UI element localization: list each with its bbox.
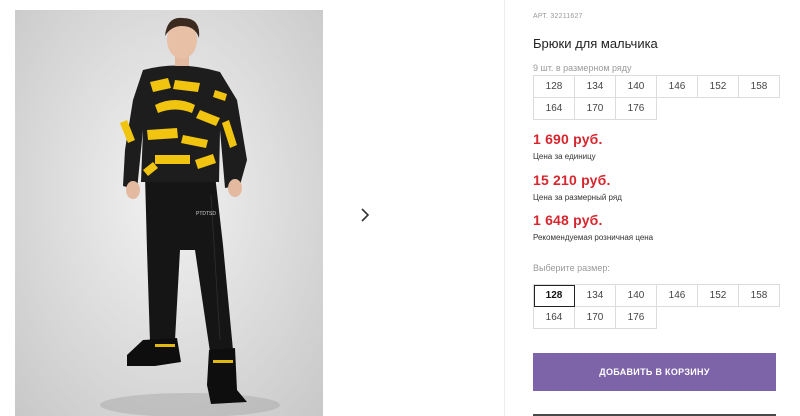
product-title: Брюки для мальчика [533,36,658,51]
pack-size-cell: 152 [698,76,739,98]
pack-size-grid: 128 134 140 146 152 158 164 170 176 [533,75,780,120]
article-number: АРТ. 32211627 [533,13,583,20]
choose-size-caption: Выберите размер: [533,263,610,273]
pack-size-cell: 164 [534,98,575,120]
pack-size-cell: 128 [534,76,575,98]
size-option[interactable]: 158 [739,285,780,307]
pack-caption: 9 шт. в размерном ряду [533,63,632,73]
unit-price-label: Цена за единицу [533,152,596,161]
pack-price-label: Цена за размерный ряд [533,193,622,202]
gallery-next-button[interactable] [346,196,383,233]
retail-price-label: Рекомендуемая розничная цена [533,233,654,242]
product-photo[interactable]: PTDTSD [15,10,323,416]
pack-size-cell: 170 [575,98,616,120]
retail-price: 1 648 руб. [533,212,603,228]
pack-size-cell: 134 [575,76,616,98]
product-info-panel: АРТ. 32211627 Брюки для мальчика 9 шт. в… [533,0,780,416]
pack-price: 15 210 руб. [533,172,611,188]
size-option[interactable]: 170 [575,307,616,329]
size-selector: 128 134 140 146 152 158 164 170 176 [533,284,780,329]
pack-size-cell: 158 [739,76,780,98]
size-option[interactable]: 134 [575,285,616,307]
svg-text:PTDTSD: PTDTSD [196,211,216,217]
pack-size-cell: 146 [657,76,698,98]
size-option[interactable]: 164 [534,307,575,329]
add-to-cart-button[interactable]: ДОБАВИТЬ В КОРЗИНУ [533,353,776,391]
unit-price: 1 690 руб. [533,131,603,147]
size-option[interactable]: 152 [698,285,739,307]
pack-size-cell: 176 [616,98,657,120]
pack-size-cell: 140 [616,76,657,98]
size-option[interactable]: 146 [657,285,698,307]
product-gallery: PTDTSD [0,0,505,416]
size-option[interactable]: 140 [616,285,657,307]
chevron-right-icon [360,207,369,222]
boy-in-pants-illustration: PTDTSD [100,17,280,416]
size-option-selected[interactable]: 128 [534,285,575,307]
size-option[interactable]: 176 [616,307,657,329]
